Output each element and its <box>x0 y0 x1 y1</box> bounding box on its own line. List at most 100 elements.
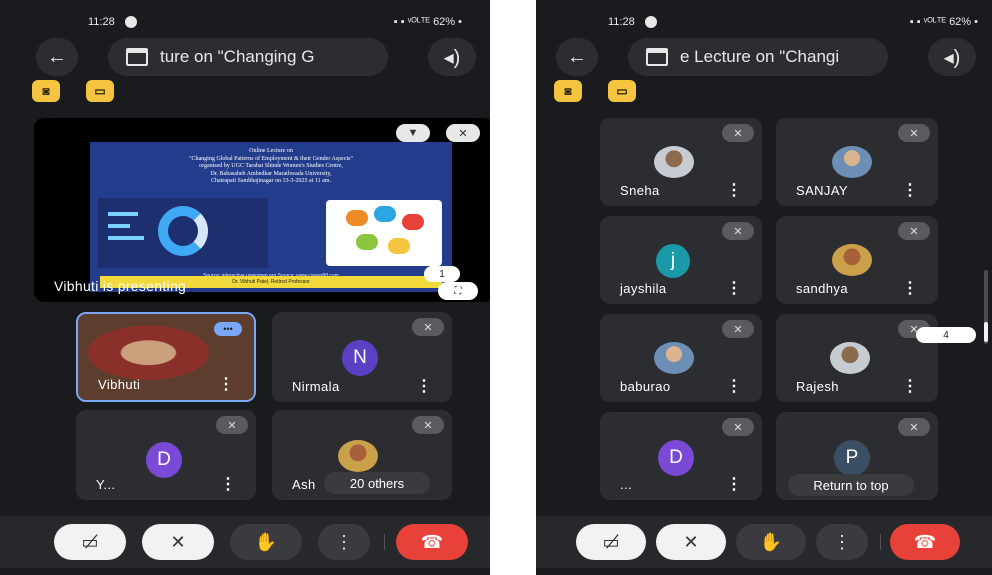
more-options-icon[interactable]: ⋮ <box>902 278 918 298</box>
mic-off-icon: ✕ <box>898 124 930 142</box>
meet-screen-right: 11:28 ▪ ▪ ᵛᴼᴸᵀᴱ 62% • ← e Lecture on "Ch… <box>536 0 992 575</box>
cast-icon: ▭ <box>94 84 106 98</box>
fullscreen-icon: ⛶ <box>454 285 462 297</box>
more-options-icon[interactable]: ⋮ <box>726 180 742 200</box>
status-time: 11:28 <box>608 16 635 28</box>
participant-tile-nirmala[interactable]: ✕ N Nirmala ⋮ <box>272 312 452 402</box>
end-call-icon: ☎ <box>420 531 444 552</box>
arrow-left-icon: ← <box>47 45 67 68</box>
avatar: j <box>656 244 690 278</box>
participant-name: Rajesh <box>796 379 839 394</box>
raise-hand-button[interactable]: ✋ <box>230 524 302 560</box>
notification-icon <box>125 16 137 28</box>
more-options-icon[interactable]: ⋮ <box>726 474 742 494</box>
camera-off-badge[interactable]: ◙ <box>554 80 582 102</box>
mic-off-icon: ✕ <box>898 222 930 240</box>
participant-tile-d[interactable]: ✕ D ... ⋮ <box>600 412 762 500</box>
more-options-icon: ⋮ <box>833 531 851 552</box>
participant-tile-baburao[interactable]: ✕ baburao ⋮ <box>600 314 762 402</box>
mic-toggle-button[interactable]: ✕ <box>656 524 726 560</box>
mic-off-icon: ✕ <box>898 418 930 436</box>
slide-infographic <box>326 200 442 266</box>
status-bar: 11:28 ▪ ▪ ᵛᴼᴸᵀᴱ 62% • <box>536 14 992 30</box>
hand-icon: ✋ <box>254 531 278 552</box>
more-options-icon[interactable]: ⋮ <box>416 376 432 396</box>
meeting-title-pill[interactable]: ture on "Changing G <box>108 38 388 76</box>
mic-off-icon: ✕ <box>412 318 444 336</box>
return-to-top-button[interactable]: Return to top <box>788 474 914 496</box>
mic-toggle-button[interactable]: ✕ <box>142 524 214 560</box>
avatar <box>832 244 872 276</box>
participant-tile-sanjay[interactable]: ✕ SANJAY ⋮ <box>776 118 938 206</box>
mic-off-icon: ✕ <box>412 416 444 434</box>
participant-name: Sneha <box>620 183 660 198</box>
end-call-button[interactable]: ☎ <box>890 524 960 560</box>
end-call-button[interactable]: ☎ <box>396 524 468 560</box>
participant-name: Ash <box>292 477 316 492</box>
back-button[interactable]: ← <box>36 38 78 76</box>
participant-name: baburao <box>620 379 671 394</box>
cast-icon: ▭ <box>616 84 628 98</box>
page-indicator: 1 <box>424 266 460 282</box>
status-indicators: ▪ ▪ ᵛᴼᴸᵀᴱ 62% • <box>393 16 462 28</box>
pin-button[interactable]: ▼ <box>396 124 430 142</box>
slide-bar <box>108 212 138 216</box>
participant-tile-y[interactable]: ✕ D Y... ⋮ <box>76 410 256 500</box>
camera-toggle-button[interactable]: ▭̸ <box>576 524 646 560</box>
participant-tile-rajesh[interactable]: ✕ Rajesh ⋮ <box>776 314 938 402</box>
speaking-indicator-icon: ••• <box>214 322 242 336</box>
participant-tile-sandhya[interactable]: ✕ sandhya ⋮ <box>776 216 938 304</box>
arrow-left-icon: ← <box>567 45 587 68</box>
presenting-label: Vibhuti is presenting <box>54 278 187 294</box>
more-options-icon[interactable]: ⋮ <box>218 374 234 394</box>
avatar <box>830 342 870 374</box>
top-bar: ← ture on "Changing G ◂) <box>0 38 490 76</box>
meeting-title: e Lecture on "Changi <box>680 47 840 66</box>
audio-output-button[interactable]: ◂) <box>428 38 476 76</box>
call-controls: ▭̸ ✕ ✋ ⋮ ☎ <box>536 516 992 568</box>
avatar <box>832 146 872 178</box>
participant-tile-jayshila[interactable]: ✕ j jayshila ⋮ <box>600 216 762 304</box>
more-options-icon[interactable]: ⋮ <box>902 180 918 200</box>
back-button[interactable]: ← <box>556 38 598 76</box>
more-options-icon[interactable]: ⋮ <box>902 376 918 396</box>
raise-hand-button[interactable]: ✋ <box>736 524 806 560</box>
camera-off-icon: ▭̸ <box>602 531 620 552</box>
fullscreen-button[interactable]: ⛶ <box>438 282 478 300</box>
participant-tile-others[interactable]: ✕ Ash 20 others <box>272 410 452 500</box>
others-count-button[interactable]: 20 others <box>324 472 430 494</box>
meeting-title-pill[interactable]: e Lecture on "Changi <box>628 38 888 76</box>
info-blob <box>374 206 396 222</box>
avatar <box>654 146 694 178</box>
participant-tile-sneha[interactable]: ✕ Sneha ⋮ <box>600 118 762 206</box>
participant-tile-p[interactable]: ✕ P Return to top <box>776 412 938 500</box>
participant-name: sandhya <box>796 281 848 296</box>
meet-screen-left: 11:28 ▪ ▪ ᵛᴼᴸᵀᴱ 62% • ← ture on "Changin… <box>0 0 490 575</box>
cast-badge[interactable]: ▭ <box>608 80 636 102</box>
more-options-icon[interactable]: ⋮ <box>726 278 742 298</box>
camera-toggle-button[interactable]: ▭̸ <box>54 524 126 560</box>
top-bar: ← e Lecture on "Changi ◂) <box>536 38 992 76</box>
mic-off-icon: ✕ <box>216 416 248 434</box>
mic-off-icon: ✕ <box>722 320 754 338</box>
avatar <box>654 342 694 374</box>
cast-badge[interactable]: ▭ <box>86 80 114 102</box>
shared-slide: Online Lecture on "Changing Global Patte… <box>90 142 452 292</box>
status-indicators: ▪ ▪ ᵛᴼᴸᵀᴱ 62% • <box>909 16 978 28</box>
more-options-icon[interactable]: ⋮ <box>726 376 742 396</box>
camera-off-badge[interactable]: ◙ <box>32 80 60 102</box>
more-button[interactable]: ⋮ <box>318 524 370 560</box>
avatar: D <box>658 440 694 476</box>
participant-name: Y... <box>96 477 116 492</box>
mic-off-icon: ✕ <box>170 531 186 552</box>
status-time: 11:28 <box>88 16 115 28</box>
presentation-tile[interactable]: Online Lecture on "Changing Global Patte… <box>34 118 490 302</box>
audio-output-button[interactable]: ◂) <box>928 38 976 76</box>
participant-name: jayshila <box>620 281 667 296</box>
scrollbar-thumb[interactable] <box>984 322 988 342</box>
speaker-icon: ◂) <box>943 46 961 69</box>
more-button[interactable]: ⋮ <box>816 524 868 560</box>
participant-tile-vibhuti[interactable]: ••• Vibhuti ⋮ <box>76 312 256 402</box>
more-options-icon[interactable]: ⋮ <box>220 474 236 494</box>
divider <box>384 534 385 550</box>
